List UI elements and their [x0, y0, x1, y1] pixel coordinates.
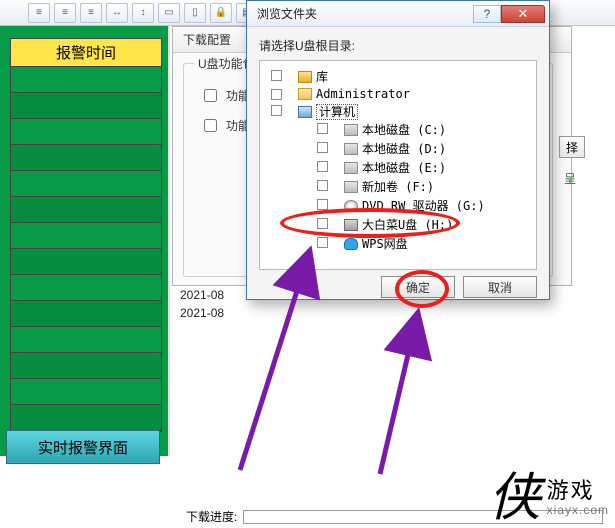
feature-pack-2-checkbox[interactable] — [204, 119, 217, 132]
tree-item-drive[interactable]: 本地磁盘 (E:) — [314, 158, 532, 177]
group-icon[interactable]: ▭ — [158, 3, 180, 23]
ok-button[interactable]: 确定 — [381, 276, 455, 298]
tree-item-drive[interactable]: 新加卷 (F:) — [314, 177, 532, 196]
log-line: 2021-08 — [180, 286, 224, 304]
drive-icon — [344, 238, 358, 250]
dialog-titlebar[interactable]: 浏览文件夹 ? ✕ — [247, 1, 549, 27]
tree-item-drive[interactable]: 本地磁盘 (D:) — [314, 139, 532, 158]
tree-item-drive[interactable]: WPS网盘 — [314, 234, 532, 253]
align-right-icon[interactable]: ≡ — [80, 3, 102, 23]
tree-item-computer[interactable]: 计算机 本地磁盘 (C:)本地磁盘 (D:)本地磁盘 (E:)新加卷 (F:)D… — [268, 102, 532, 254]
alarm-table: 报警时间 — [10, 38, 162, 432]
dialog-title: 浏览文件夹 — [257, 5, 317, 22]
drive-icon — [344, 124, 358, 136]
alarm-row — [11, 301, 161, 327]
drive-icon — [344, 162, 358, 174]
alarm-row — [11, 93, 161, 119]
cancel-button[interactable]: 取消 — [463, 276, 537, 298]
progress-fragment: 呈 — [564, 170, 576, 187]
alarm-row — [11, 275, 161, 301]
drive-icon — [344, 181, 358, 193]
drive-icon — [344, 143, 358, 155]
tree-item-libraries[interactable]: 库 — [268, 67, 532, 86]
drive-label: 本地磁盘 (D:) — [362, 142, 446, 156]
alarm-row — [11, 197, 161, 223]
computer-icon — [298, 106, 312, 118]
alarm-row — [11, 223, 161, 249]
drive-label: DVD RW 驱动器 (G:) — [362, 199, 485, 213]
alarm-row — [11, 379, 161, 405]
drive-icon — [344, 219, 358, 231]
logo-cn: 游戏 — [547, 478, 609, 503]
dialog-instruction: 请选择U盘根目录: — [247, 27, 549, 60]
alarm-row — [11, 145, 161, 171]
alarm-panel: 报警时间 — [0, 26, 170, 456]
alarm-row — [11, 171, 161, 197]
download-progress-label: 下载进度: — [186, 508, 237, 525]
drive-label: 新加卷 (F:) — [362, 180, 434, 194]
log-timestamps: 2021-08 2021-08 — [180, 286, 224, 322]
alarm-row — [11, 249, 161, 275]
close-button[interactable]: ✕ — [501, 5, 545, 23]
drive-label: 大白菜U盘 (H:) — [362, 218, 453, 232]
drive-label: 本地磁盘 (C:) — [362, 123, 446, 137]
logo-en: xiayx.com — [547, 504, 609, 518]
tree-item-drive[interactable]: 大白菜U盘 (H:) — [314, 215, 532, 234]
lock-icon[interactable]: 🔒 — [210, 3, 232, 23]
drive-label: 本地磁盘 (E:) — [362, 161, 446, 175]
realtime-alarm-button[interactable]: 实时报警界面 — [6, 430, 160, 464]
drive-label: WPS网盘 — [362, 237, 408, 251]
browse-folder-dialog: 浏览文件夹 ? ✕ 请选择U盘根目录: 库 Administrator 计算机 … — [246, 0, 550, 300]
tree-item-administrator[interactable]: Administrator — [268, 86, 532, 102]
logo-glyph-icon: 侠 — [489, 472, 541, 524]
log-line: 2021-08 — [180, 304, 224, 322]
watermark-logo: 侠 游戏 xiayx.com — [489, 472, 609, 524]
tree-item-drive[interactable]: 本地磁盘 (C:) — [314, 120, 532, 139]
alarm-row — [11, 327, 161, 353]
alarm-row — [11, 353, 161, 379]
help-button[interactable]: ? — [473, 5, 501, 23]
alarm-row — [11, 119, 161, 145]
choose-button-fragment[interactable]: 择 — [559, 136, 585, 158]
alarm-row — [11, 67, 161, 93]
folder-tree[interactable]: 库 Administrator 计算机 本地磁盘 (C:)本地磁盘 (D:)本地… — [259, 60, 537, 270]
alarm-row — [11, 405, 161, 431]
feature-pack-1-checkbox[interactable] — [204, 89, 217, 102]
ungroup-icon[interactable]: ▯ — [184, 3, 206, 23]
folder-icon — [298, 88, 312, 100]
distribute-h-icon[interactable]: ↔ — [106, 3, 128, 23]
align-center-icon[interactable]: ≡ — [54, 3, 76, 23]
drive-icon — [344, 200, 358, 212]
align-left-icon[interactable]: ≡ — [28, 3, 50, 23]
distribute-v-icon[interactable]: ↕ — [132, 3, 154, 23]
alarm-header: 报警时间 — [11, 39, 161, 67]
libraries-icon — [298, 71, 312, 83]
tree-item-drive[interactable]: DVD RW 驱动器 (G:) — [314, 196, 532, 215]
